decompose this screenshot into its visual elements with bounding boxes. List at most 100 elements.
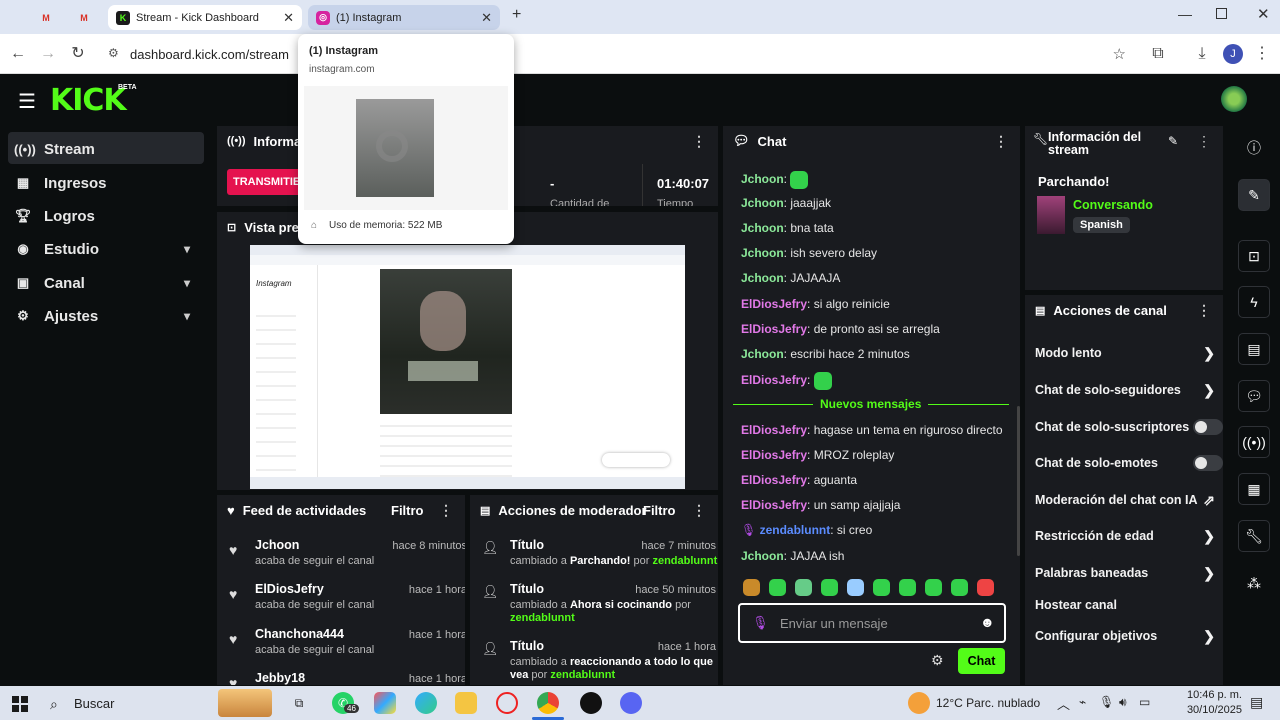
emote[interactable]	[951, 579, 968, 596]
chat-username[interactable]: Jchoon	[741, 271, 784, 285]
minimize-icon[interactable]: —	[1178, 6, 1192, 22]
chat-username[interactable]: Jchoon	[741, 246, 784, 260]
info-icon[interactable]: ⓘ	[1238, 132, 1270, 164]
edit-pencil-icon[interactable]: ✎	[1168, 134, 1178, 148]
notes-icon[interactable]: ▤	[1238, 333, 1270, 365]
emote[interactable]	[821, 579, 838, 596]
lightning-icon[interactable]: ϟ	[1238, 286, 1270, 318]
network-icon[interactable]: ⌁	[1079, 695, 1086, 709]
camera-icon[interactable]: ⊡	[1238, 240, 1270, 272]
file-explorer-icon[interactable]	[455, 692, 477, 714]
chat-username[interactable]: ElDiosJefry	[741, 498, 807, 512]
browser-menu-icon[interactable]: ⋮	[1252, 44, 1272, 64]
notifications-icon[interactable]: ▤	[1250, 694, 1263, 711]
tray-chevron-icon[interactable]: ︿	[1057, 694, 1070, 713]
chat-username[interactable]: Jchoon	[741, 196, 784, 210]
chat-username[interactable]: ElDiosJefry	[741, 473, 807, 487]
chat-username[interactable]: ElDiosJefry	[741, 322, 807, 336]
discord-icon[interactable]	[620, 692, 642, 714]
microphone-icon[interactable]: 🎙︎	[752, 615, 769, 631]
chrome-icon[interactable]	[537, 692, 559, 714]
toggle-switch[interactable]	[1193, 455, 1223, 471]
wrench-icon[interactable]: 🔧︎	[1238, 520, 1270, 552]
edit-icon[interactable]: ✎	[1238, 179, 1270, 211]
close-window-icon[interactable]: ✕	[1257, 5, 1270, 23]
more-options-icon[interactable]: ⋮	[1197, 133, 1211, 150]
windows-start-icon[interactable]	[12, 696, 28, 712]
emote[interactable]	[795, 579, 812, 596]
chat-scrollbar[interactable]	[1017, 406, 1020, 556]
copilot-icon[interactable]	[374, 692, 396, 714]
clock-time[interactable]: 10:46 p. m.	[1180, 689, 1242, 701]
close-tab-icon[interactable]: ✕	[481, 10, 492, 26]
forward-icon[interactable]: →	[38, 44, 58, 64]
extensions-icon[interactable]: ⧉	[1148, 44, 1168, 64]
kick-logo[interactable]: KICK	[50, 83, 127, 118]
emote[interactable]	[790, 171, 809, 189]
new-tab-icon[interactable]: +	[512, 6, 521, 24]
chat-icon[interactable]: 💬︎	[1238, 380, 1270, 412]
sidebar-item-stream[interactable]: ((•)) Stream	[14, 137, 95, 161]
clock-date[interactable]: 30/10/2025	[1180, 704, 1242, 716]
send-chat-button[interactable]: Chat	[958, 648, 1005, 674]
maximize-icon[interactable]	[1216, 8, 1227, 19]
channel-action-item[interactable]: Chat de solo-emotes	[1035, 453, 1223, 473]
profile-avatar[interactable]: J	[1223, 44, 1243, 64]
category-link[interactable]: Conversando	[1073, 198, 1153, 212]
chat-settings-icon[interactable]: ⚙	[931, 652, 944, 669]
user-avatar[interactable]	[1221, 86, 1247, 112]
more-options-icon[interactable]: ⋮	[1197, 302, 1211, 319]
chat-username[interactable]: Jchoon	[741, 172, 784, 186]
volume-icon[interactable]: 🔊︎	[1119, 695, 1127, 710]
download-icon[interactable]: ⤓	[1192, 44, 1212, 64]
battery-icon[interactable]: ▭	[1139, 695, 1150, 709]
mod-filter-button[interactable]: Filtro	[643, 503, 676, 518]
channel-action-item[interactable]: Palabras baneadas ❯	[1035, 563, 1215, 583]
chat-input[interactable]: 🎙︎ Enviar un mensaje ☻	[738, 603, 1006, 643]
sidebar-item-estudio[interactable]: ◉ Estudio ▾	[14, 237, 190, 261]
weather-text[interactable]: 12°C Parc. nublado	[936, 696, 1040, 710]
sidebar-item-canal[interactable]: ▣ Canal ▾	[14, 271, 190, 295]
emoji-icon[interactable]: ☻	[980, 614, 995, 630]
edge-icon[interactable]	[415, 692, 437, 714]
chat-username[interactable]: ElDiosJefry	[741, 448, 807, 462]
channel-action-item[interactable]: Moderación del chat con IA ⇗	[1035, 490, 1215, 510]
toggle-switch[interactable]	[1193, 419, 1223, 435]
back-icon[interactable]: ←	[8, 44, 28, 64]
more-options-icon[interactable]: ⋮	[692, 133, 706, 150]
taskbar-search[interactable]: Buscar	[74, 696, 114, 711]
chat-username[interactable]: ElDiosJefry	[741, 297, 807, 311]
sidebar-item-ingresos[interactable]: ▦ Ingresos	[14, 171, 107, 195]
sidebar-item-ajustes[interactable]: ⚙ Ajustes ▾	[14, 304, 190, 328]
microphone-icon[interactable]: 🎙︎	[1099, 695, 1114, 709]
chat-username[interactable]: ElDiosJefry	[741, 423, 807, 437]
channel-action-item[interactable]: Chat de solo-suscriptores	[1035, 417, 1223, 437]
tab-kick-dashboard[interactable]: K Stream - Kick Dashboard ✕	[108, 5, 302, 30]
chat-username[interactable]: Jchoon	[741, 347, 784, 361]
channel-action-item[interactable]: Hostear canal	[1035, 595, 1215, 615]
tab-gmail-1[interactable]: M	[34, 5, 64, 30]
chat-username[interactable]: Jchoon	[741, 221, 784, 235]
obs-icon[interactable]	[580, 692, 602, 714]
layout-icon[interactable]: ▦	[1238, 473, 1270, 505]
more-options-icon[interactable]: ⋮	[994, 133, 1008, 150]
emote[interactable]	[813, 371, 832, 390]
feed-filter-button[interactable]: Filtro	[391, 503, 424, 518]
emote[interactable]	[977, 579, 994, 596]
channel-action-item[interactable]: Modo lento ❯	[1035, 343, 1215, 363]
chat-username[interactable]: Jchoon	[741, 549, 784, 563]
channel-action-item[interactable]: Restricción de edad ❯	[1035, 526, 1215, 546]
stream-preview-video[interactable]: Instagram	[250, 245, 685, 489]
chat-username[interactable]: zendablunnt	[760, 523, 831, 537]
emote[interactable]	[873, 579, 890, 596]
reload-icon[interactable]: ↻	[68, 44, 88, 64]
close-tab-icon[interactable]: ✕	[283, 10, 294, 26]
task-view-icon[interactable]: ⧉	[288, 692, 310, 714]
channel-action-item[interactable]: Configurar objetivos ❯	[1035, 626, 1215, 646]
bookmark-star-icon[interactable]: ☆	[1113, 45, 1126, 63]
channel-action-item[interactable]: Chat de solo-seguidores ❯	[1035, 380, 1215, 400]
opera-icon[interactable]	[496, 692, 518, 714]
emote[interactable]	[769, 579, 786, 596]
broadcast-icon[interactable]: ((•))	[1238, 426, 1270, 458]
tab-gmail-2[interactable]: M	[72, 5, 102, 30]
